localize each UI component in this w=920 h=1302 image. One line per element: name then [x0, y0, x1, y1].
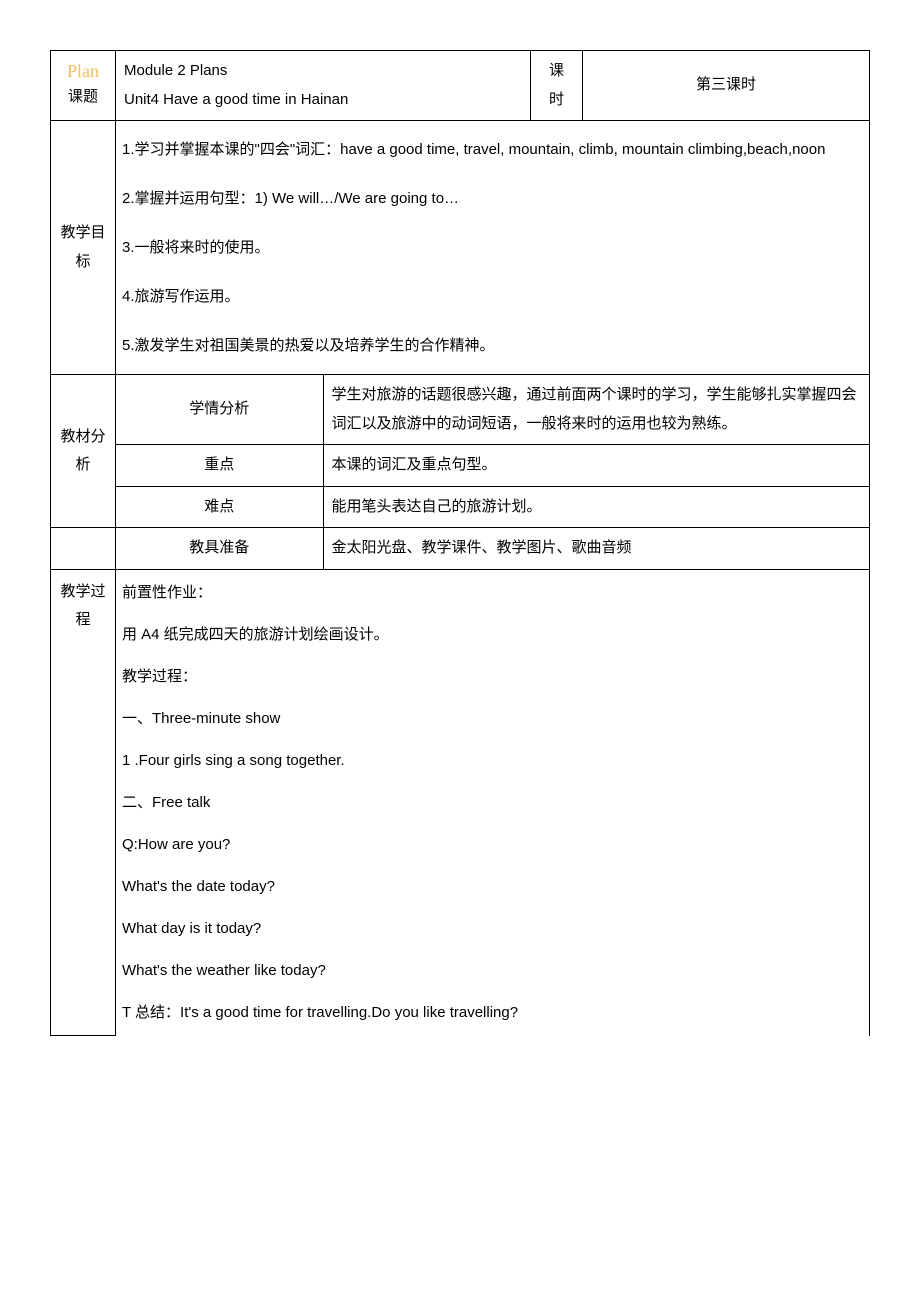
process-label: 教学过程	[60, 583, 105, 629]
tools-sub: 教具准备	[189, 539, 249, 556]
analysis-text: 本课的词汇及重点句型。	[332, 456, 497, 473]
topic-value-cell: Module 2 Plans Unit4 Have a good time in…	[116, 51, 531, 121]
process-row: 教学过程 前置性作业： 用 A4 纸完成四天的旅游计划绘画设计。 教学过程： 一…	[51, 569, 870, 1036]
topic-label: 课题	[59, 83, 107, 110]
analysis-sub-cell: 学情分析	[116, 375, 324, 445]
analysis-sub-cell: 重点	[116, 445, 324, 487]
process-line: 教学过程：	[122, 656, 863, 698]
analysis-text-cell: 本课的词汇及重点句型。	[323, 445, 870, 487]
period-label-2: 时	[539, 86, 574, 115]
analysis-row: 难点 能用笔头表达自己的旅游计划。	[51, 486, 870, 528]
analysis-sub-cell: 难点	[116, 486, 324, 528]
goal-item: 3.一般将来时的使用。	[122, 223, 863, 272]
process-line: 二、Free talk	[122, 782, 863, 824]
goals-label-cell: 教学目标	[51, 121, 116, 375]
unit-line: Unit4 Have a good time in Hainan	[124, 86, 522, 115]
goal-item: 5.激发学生对祖国美景的热爱以及培养学生的合作精神。	[122, 321, 863, 370]
goal-item: 1.学习并掌握本课的"四会"词汇：have a good time, trave…	[122, 125, 863, 174]
process-line: What's the date today?	[122, 866, 863, 908]
header-row: Plan 课题 Module 2 Plans Unit4 Have a good…	[51, 51, 870, 121]
module-line: Module 2 Plans	[124, 57, 522, 86]
tools-row: 教具准备 金太阳光盘、教学课件、教学图片、歌曲音频	[51, 528, 870, 570]
process-line: 1 .Four girls sing a song together.	[122, 740, 863, 782]
process-line: 一、Three-minute show	[122, 698, 863, 740]
process-line: What's the weather like today?	[122, 950, 863, 992]
period-value-cell: 第三课时	[583, 51, 870, 121]
process-line: T 总结：It's a good time for travelling.Do …	[122, 992, 863, 1034]
process-line: 前置性作业：	[122, 572, 863, 614]
goal-item: 4.旅游写作运用。	[122, 272, 863, 321]
analysis-sub: 难点	[204, 498, 234, 515]
process-line: What day is it today?	[122, 908, 863, 950]
analysis-sub: 重点	[204, 456, 234, 473]
goals-content-cell: 1.学习并掌握本课的"四会"词汇：have a good time, trave…	[116, 121, 870, 375]
lesson-plan-table: Plan 课题 Module 2 Plans Unit4 Have a good…	[50, 50, 870, 1036]
tools-text-cell: 金太阳光盘、教学课件、教学图片、歌曲音频	[323, 528, 870, 570]
analysis-row: 教材分析 学情分析 学生对旅游的话题很感兴趣，通过前面两个课时的学习，学生能够扎…	[51, 375, 870, 445]
tools-empty-cell	[51, 528, 116, 570]
tools-sub-cell: 教具准备	[116, 528, 324, 570]
goals-label: 教学目标	[60, 224, 105, 270]
goal-item: 2.掌握并运用句型：1) We will…/We are going to…	[122, 174, 863, 223]
plan-watermark: Plan	[59, 61, 107, 83]
topic-label-cell: Plan 课题	[51, 51, 116, 121]
goals-row: 教学目标 1.学习并掌握本课的"四会"词汇：have a good time, …	[51, 121, 870, 375]
analysis-sub: 学情分析	[189, 400, 249, 417]
process-content-cell: 前置性作业： 用 A4 纸完成四天的旅游计划绘画设计。 教学过程： 一、Thre…	[116, 569, 870, 1036]
period-label-1: 课	[539, 57, 574, 86]
period-label-cell: 课 时	[531, 51, 583, 121]
analysis-row: 重点 本课的词汇及重点句型。	[51, 445, 870, 487]
analysis-text: 能用笔头表达自己的旅游计划。	[332, 498, 542, 515]
process-line: 用 A4 纸完成四天的旅游计划绘画设计。	[122, 614, 863, 656]
tools-text: 金太阳光盘、教学课件、教学图片、歌曲音频	[332, 539, 632, 556]
analysis-text: 学生对旅游的话题很感兴趣，通过前面两个课时的学习，学生能够扎实掌握四会词汇以及旅…	[332, 386, 857, 432]
analysis-label-cell: 教材分析	[51, 375, 116, 528]
period-value: 第三课时	[696, 76, 756, 93]
process-line: Q:How are you?	[122, 824, 863, 866]
process-label-cell: 教学过程	[51, 569, 116, 1036]
analysis-text-cell: 能用笔头表达自己的旅游计划。	[323, 486, 870, 528]
analysis-text-cell: 学生对旅游的话题很感兴趣，通过前面两个课时的学习，学生能够扎实掌握四会词汇以及旅…	[323, 375, 870, 445]
analysis-label: 教材分析	[60, 428, 105, 474]
